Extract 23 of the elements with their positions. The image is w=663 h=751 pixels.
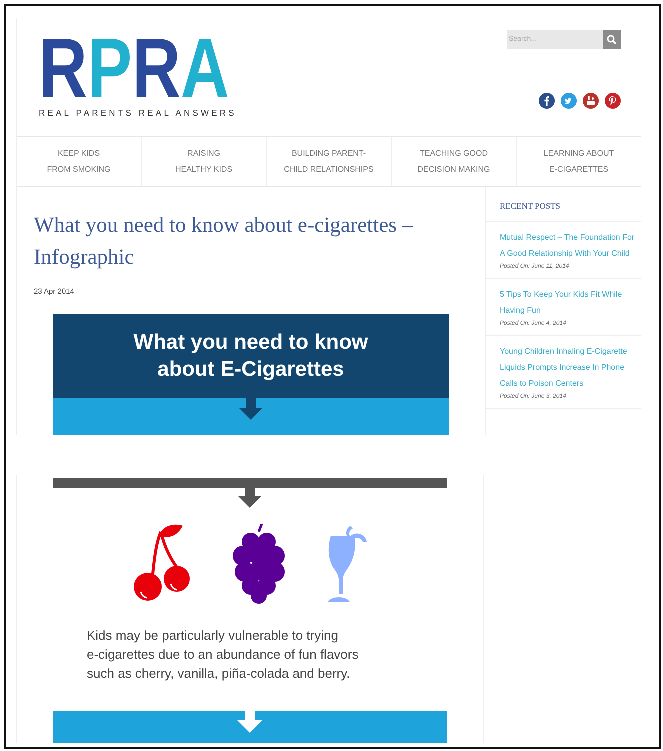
pinterest-icon[interactable] xyxy=(605,93,621,109)
twitter-icon[interactable] xyxy=(561,93,577,109)
cocktail-glass-icon xyxy=(325,524,369,604)
cherries-icon xyxy=(131,524,193,604)
search-button[interactable] xyxy=(603,30,621,49)
nav-link[interactable]: KEEP KIDS FROM SMOKING xyxy=(47,146,111,178)
post-link[interactable]: Young Children Inhaling E-Cigarette Liquids Prompts Increase In Phone Calls to Poison Centers xyxy=(500,344,637,392)
nav-link[interactable]: TEACHING GOOD DECISION MAKING xyxy=(418,146,490,178)
search-icon xyxy=(607,34,617,44)
nav-link[interactable]: LEARNING ABOUT E-CIGARETTES xyxy=(544,146,614,178)
post-link[interactable]: 5 Tips To Keep Your Kids Fit While Having Fun xyxy=(500,287,637,319)
logo-tagline: REAL PARENTS REAL ANSWERS xyxy=(39,108,238,118)
infographic-text: Kids may be particularly vulnerable to trying e-cigarettes due to an abundance of fun flavors such as cherry, vanilla, piña-colada and berry. xyxy=(87,627,360,683)
nav-link[interactable]: RAISING HEALTHY KIDS xyxy=(175,146,233,178)
down-arrow-icon xyxy=(238,488,262,508)
grapes-icon xyxy=(231,524,287,604)
down-arrow-icon xyxy=(237,711,263,733)
facebook-icon[interactable] xyxy=(539,93,555,109)
sidebar-heading: RECENT POSTS xyxy=(486,187,641,222)
post-link[interactable]: Mutual Respect – The Foundation For A Good Relationship With Your Child xyxy=(500,230,637,262)
infographic-heading: What you need to know about E-Cigarettes xyxy=(134,330,368,383)
nav-link[interactable]: BUILDING PARENT- CHILD RELATIONSHIPS xyxy=(284,146,374,178)
post-title: What you need to know about e-cigarettes – Infographic xyxy=(34,212,414,271)
